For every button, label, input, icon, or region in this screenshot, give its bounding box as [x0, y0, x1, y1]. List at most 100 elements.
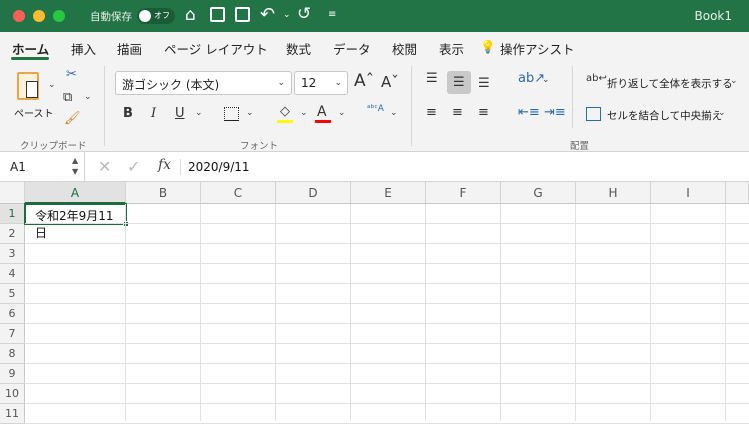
column-header-partial[interactable]	[726, 182, 749, 204]
paste-dropdown-icon[interactable]: ⌄	[48, 80, 56, 90]
gridline	[25, 243, 749, 244]
merge-center-dropdown-icon[interactable]: ⌄	[718, 108, 726, 118]
customize-toolbar-icon[interactable]: ≡	[328, 9, 336, 20]
wrap-text-icon[interactable]: ab↩	[586, 74, 607, 84]
minimize-window-button[interactable]	[33, 10, 45, 22]
undo-dropdown-icon[interactable]: ⌄	[283, 10, 291, 20]
tab-draw[interactable]: 描画	[117, 39, 142, 58]
column-header-E[interactable]: E	[351, 182, 426, 204]
font-size-select[interactable]: 12 ⌄	[294, 71, 348, 95]
row-header-11[interactable]: 11	[0, 404, 25, 424]
copy-dropdown-icon[interactable]: ⌄	[84, 92, 92, 102]
name-box[interactable]: A1 ▲ ▼	[0, 152, 85, 181]
gridline	[25, 223, 749, 224]
home-icon[interactable]: ⌂	[185, 5, 196, 25]
edit-document-icon[interactable]	[235, 7, 250, 22]
format-painter-icon[interactable]: 🖌	[64, 112, 81, 125]
column-header-C[interactable]: C	[201, 182, 276, 204]
underline-dropdown-icon[interactable]: ⌄	[195, 108, 203, 118]
decrease-indent-icon[interactable]: ⇤≡	[518, 106, 540, 119]
wrap-text-dropdown-icon[interactable]: ⌄	[730, 76, 738, 86]
align-middle-button[interactable]: ☰	[447, 71, 471, 94]
bold-button[interactable]: B	[123, 107, 133, 120]
wrap-text-button[interactable]: 折り返して全体を表示する	[607, 76, 733, 91]
increase-font-size-icon[interactable]: Aˆ	[354, 73, 374, 90]
font-name-select[interactable]: 游ゴシック (本文) ⌄	[115, 71, 292, 95]
cell-A1-value: 令和2年9月11日	[35, 209, 114, 240]
gridline	[350, 204, 351, 421]
select-all-button[interactable]	[0, 182, 25, 204]
tab-home[interactable]: ホーム	[12, 39, 49, 58]
column-header-G[interactable]: G	[501, 182, 576, 204]
row-header-7[interactable]: 7	[0, 324, 25, 344]
row-header-5[interactable]: 5	[0, 284, 25, 304]
column-header-D[interactable]: D	[276, 182, 351, 204]
align-left-icon[interactable]: ≡	[426, 106, 437, 119]
name-box-stepper-icon[interactable]: ▲ ▼	[72, 155, 78, 177]
fill-color-icon[interactable]: ◇	[280, 105, 290, 118]
fill-color-dropdown-icon[interactable]: ⌄	[300, 108, 308, 118]
column-header-H[interactable]: H	[576, 182, 651, 204]
borders-dropdown-icon[interactable]: ⌄	[246, 108, 254, 118]
gridline	[25, 323, 749, 324]
fill-handle[interactable]	[123, 221, 129, 227]
cancel-entry-icon[interactable]: ✕	[98, 157, 111, 176]
fill-color-swatch	[277, 120, 293, 123]
font-color-icon[interactable]: A	[317, 105, 327, 119]
tab-page-layout[interactable]: ページ レイアウト	[164, 39, 268, 58]
tab-insert[interactable]: 挿入	[71, 39, 96, 58]
row-header-8[interactable]: 8	[0, 344, 25, 364]
borders-icon[interactable]	[224, 107, 239, 121]
autosave-toggle[interactable]: オフ	[137, 8, 175, 24]
undo-icon[interactable]: ↶	[260, 4, 275, 25]
insert-function-button[interactable]: fx	[158, 157, 171, 173]
ribbon: ⌄ ペースト ✂ ⧉ ⌄ 🖌 クリップボード 游ゴシック (本文) ⌄ 12 ⌄ A…	[0, 60, 749, 152]
paste-label[interactable]: ペースト	[14, 105, 54, 120]
align-top-icon[interactable]: ☰	[426, 72, 438, 85]
font-color-dropdown-icon[interactable]: ⌄	[338, 108, 346, 118]
tab-review[interactable]: 校閲	[392, 39, 417, 58]
zoom-window-button[interactable]	[53, 10, 65, 22]
worksheet-grid[interactable]: ABCDEFGHI 1 2 3 4 5 6 7 8 9 10 11 令和2年9月11日	[0, 182, 749, 424]
align-center-icon[interactable]: ≡	[452, 106, 463, 119]
row-header-1[interactable]: 1	[0, 204, 25, 224]
column-header-F[interactable]: F	[426, 182, 501, 204]
underline-button[interactable]: U	[175, 107, 185, 120]
alignment-group-label: 配置	[570, 141, 590, 152]
confirm-entry-icon[interactable]: ✓	[127, 157, 140, 176]
row-header-10[interactable]: 10	[0, 384, 25, 404]
increase-indent-icon[interactable]: ⇥≡	[544, 106, 566, 119]
column-header-A[interactable]: A	[25, 182, 126, 204]
redo-icon[interactable]: ↺	[297, 4, 311, 24]
tab-formulas[interactable]: 数式	[286, 39, 311, 58]
close-window-button[interactable]	[13, 10, 25, 22]
gridline	[25, 263, 749, 264]
row-header-3[interactable]: 3	[0, 244, 25, 264]
selected-cell-A1[interactable]: 令和2年9月11日	[24, 203, 129, 240]
align-right-icon[interactable]: ≡	[478, 106, 489, 119]
phonetic-dropdown-icon[interactable]: ⌄	[390, 108, 398, 118]
row-header-2[interactable]: 2	[0, 224, 25, 244]
tab-view[interactable]: 表示	[439, 39, 464, 58]
paste-icon[interactable]	[17, 72, 39, 100]
row-header-6[interactable]: 6	[0, 304, 25, 324]
column-header-B[interactable]: B	[126, 182, 201, 204]
gridline	[275, 204, 276, 421]
formula-input[interactable]: 2020/9/11	[188, 160, 250, 174]
tab-data[interactable]: データ	[333, 39, 371, 58]
column-header-I[interactable]: I	[651, 182, 726, 204]
title-bar: 自動保存 オフ ⌂ ↶ ⌄ ↺ ≡ Book1	[0, 0, 749, 32]
tab-tell-me[interactable]: 操作アシスト	[500, 39, 575, 58]
decrease-font-size-icon[interactable]: Aˇ	[381, 75, 399, 90]
merge-center-button[interactable]: セルを結合して中央揃え	[607, 108, 722, 123]
row-header-4[interactable]: 4	[0, 264, 25, 284]
cut-icon[interactable]: ✂	[66, 68, 77, 81]
orientation-dropdown-icon[interactable]: ⌄	[542, 75, 550, 85]
copy-icon[interactable]: ⧉	[63, 91, 72, 104]
phonetic-guide-icon[interactable]: ᵃᵇᶜA	[367, 105, 384, 114]
save-icon[interactable]	[210, 7, 225, 22]
merge-center-icon[interactable]	[586, 107, 601, 121]
align-bottom-icon[interactable]: ☰	[478, 77, 490, 90]
italic-button[interactable]: I	[151, 107, 156, 120]
row-header-9[interactable]: 9	[0, 364, 25, 384]
